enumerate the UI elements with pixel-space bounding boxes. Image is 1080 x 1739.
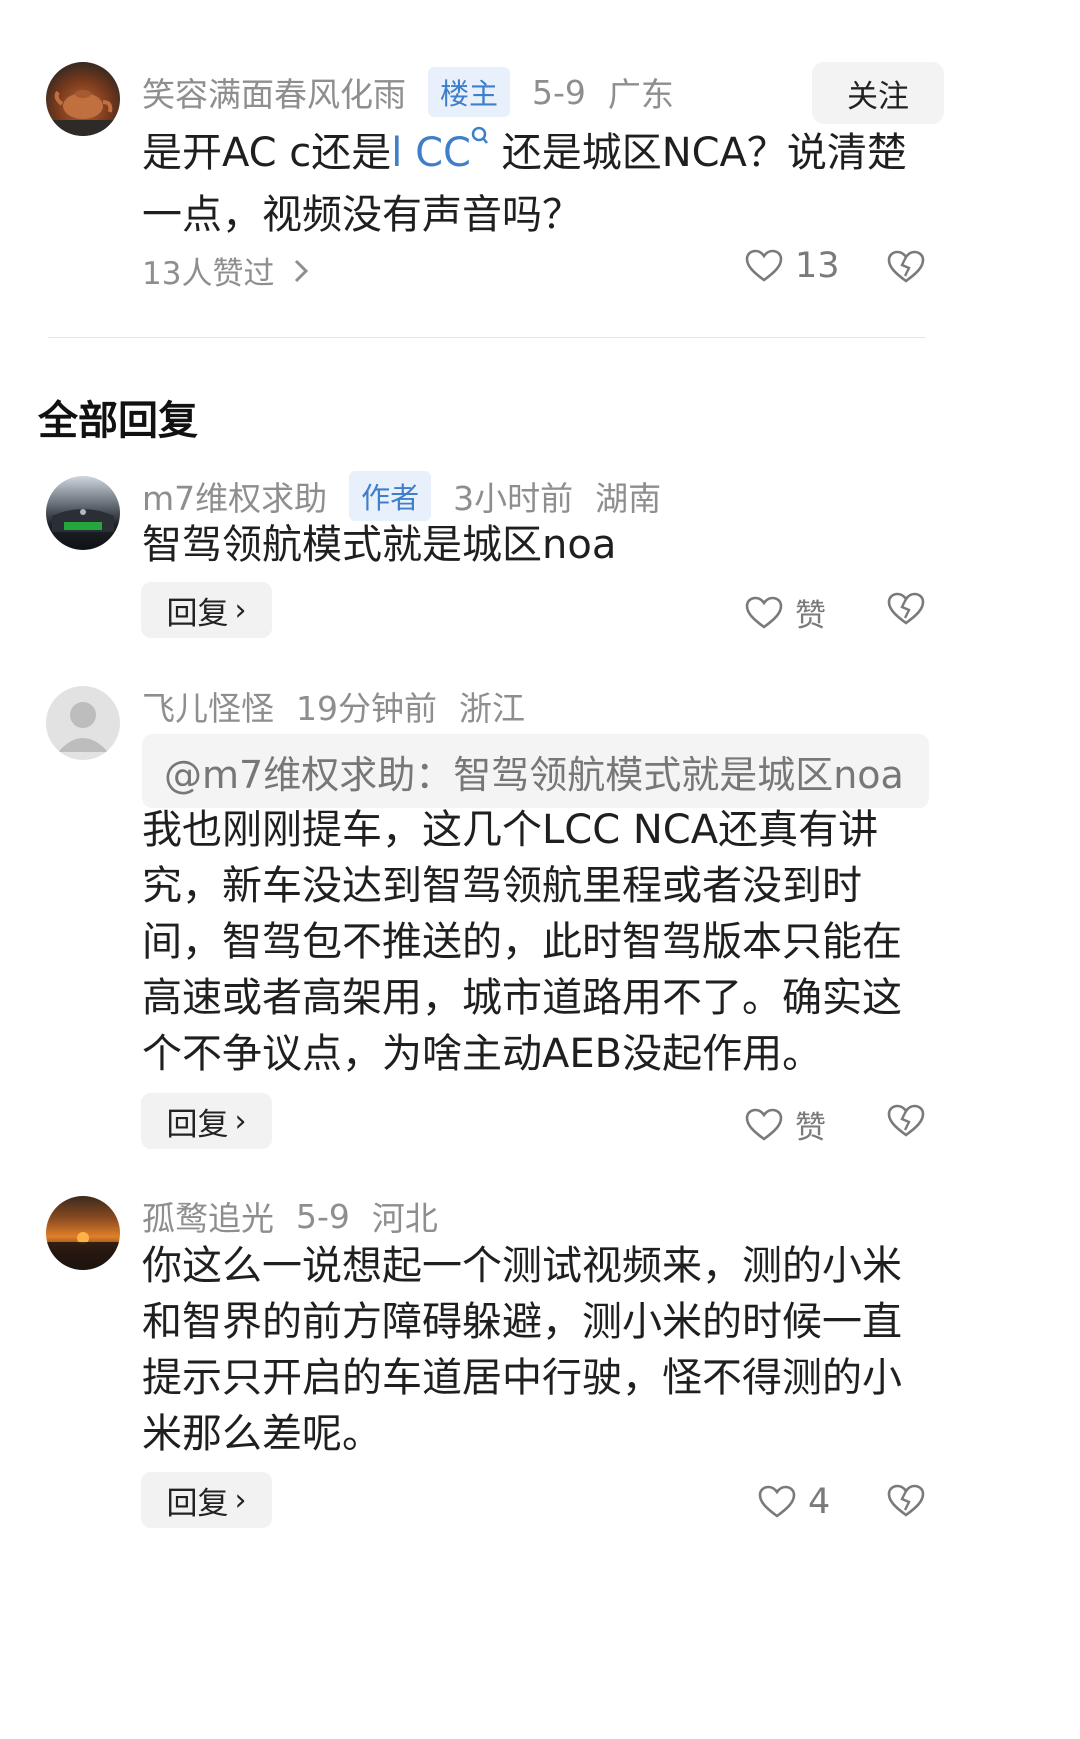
reply-button[interactable]: 回复 › — [141, 1093, 272, 1149]
broken-heart-icon — [887, 1484, 925, 1517]
broken-heart-icon — [887, 1104, 925, 1137]
like-button[interactable]: 赞 — [745, 590, 826, 635]
like-label: 赞 — [795, 598, 826, 634]
avatar-placeholder-icon — [58, 702, 108, 752]
quoted-reply[interactable]: @m7维权求助：智驾领航模式就是城区noa — [142, 734, 929, 808]
follow-button[interactable]: 关注 — [812, 62, 944, 124]
car-avatar-image — [52, 509, 114, 532]
broken-heart-icon — [887, 592, 925, 625]
op-badge: 楼主 — [428, 67, 511, 117]
reply-meta: m7维权求助 作者 3小时前 湖南 — [142, 471, 662, 521]
reply-username[interactable]: 飞儿怪怪 — [142, 682, 274, 730]
reply-region: 浙江 — [459, 689, 525, 728]
chevron-right-icon — [295, 259, 309, 282]
like-count: 4 — [808, 1482, 831, 1522]
like-label: 赞 — [795, 1110, 826, 1146]
reply-button[interactable]: 回复 › — [141, 582, 272, 638]
reply-region: 湖南 — [595, 479, 662, 518]
reply-avatar[interactable] — [46, 1196, 120, 1270]
heart-outline-icon — [745, 249, 783, 282]
sunset-avatar-image — [46, 1232, 120, 1270]
reply-content: 智驾领航模式就是城区noa — [142, 522, 617, 568]
reply-time: 19分钟前 — [296, 689, 437, 728]
op-like-count: 13 — [795, 246, 840, 286]
reply-username[interactable]: 孤鹜追光 — [142, 1192, 274, 1240]
dislike-button[interactable] — [887, 1484, 925, 1522]
op-region: 广东 — [607, 75, 674, 114]
chevron-right-icon: › — [234, 1103, 247, 1139]
broken-heart-icon — [887, 250, 925, 283]
reply-avatar[interactable] — [46, 686, 120, 760]
search-mini-icon[interactable] — [471, 126, 489, 148]
like-button[interactable]: 4 — [758, 1482, 830, 1522]
op-like-button[interactable]: 13 — [745, 246, 840, 286]
op-username[interactable]: 笑容满面春风化雨 — [142, 68, 406, 116]
reply-time: 3小时前 — [453, 479, 574, 518]
heart-outline-icon — [745, 596, 783, 629]
like-button[interactable]: 赞 — [745, 1102, 826, 1147]
reply-meta: 孤鹜追光 5-9 河北 — [142, 1196, 438, 1239]
likers-link[interactable]: 13人赞过 — [142, 248, 312, 293]
reply-time: 5-9 — [296, 1196, 350, 1236]
dislike-button[interactable] — [887, 1104, 925, 1142]
op-content-link[interactable]: l CC — [391, 130, 471, 176]
reply-button[interactable]: 回复 › — [141, 1472, 272, 1528]
reply-meta: 飞儿怪怪 19分钟前 浙江 — [142, 686, 525, 728]
op-dislike-button[interactable] — [887, 250, 925, 288]
chevron-right-icon: › — [234, 1482, 247, 1518]
divider — [48, 337, 926, 338]
reply-username[interactable]: m7维权求助 — [142, 472, 327, 520]
op-avatar[interactable] — [46, 62, 120, 136]
op-content: 是开AC c还是l CC 还是城区NCA？说清楚一点，视频没有声音吗？ — [142, 122, 932, 246]
heart-outline-icon — [758, 1485, 796, 1518]
reply-region: 河北 — [371, 1199, 438, 1238]
teapot-avatar-image — [46, 90, 120, 136]
heart-outline-icon — [745, 1108, 783, 1141]
reply-content: 你这么一说想起一个测试视频来，测的小米和智界的前方障碍躲避，测小米的时候一直提示… — [142, 1243, 902, 1457]
reply-content: 我也刚刚提车，这几个LCC NCA还真有讲究，新车没达到智驾领航里程或者没到时间… — [142, 807, 902, 1077]
chevron-right-icon: › — [234, 592, 247, 628]
section-title: 全部回复 — [38, 398, 198, 444]
op-date: 5-9 — [532, 72, 586, 112]
reply-avatar[interactable] — [46, 476, 120, 550]
dislike-button[interactable] — [887, 592, 925, 630]
op-meta: 笑容满面春风化雨 楼主 5-9 广东 — [142, 67, 674, 117]
